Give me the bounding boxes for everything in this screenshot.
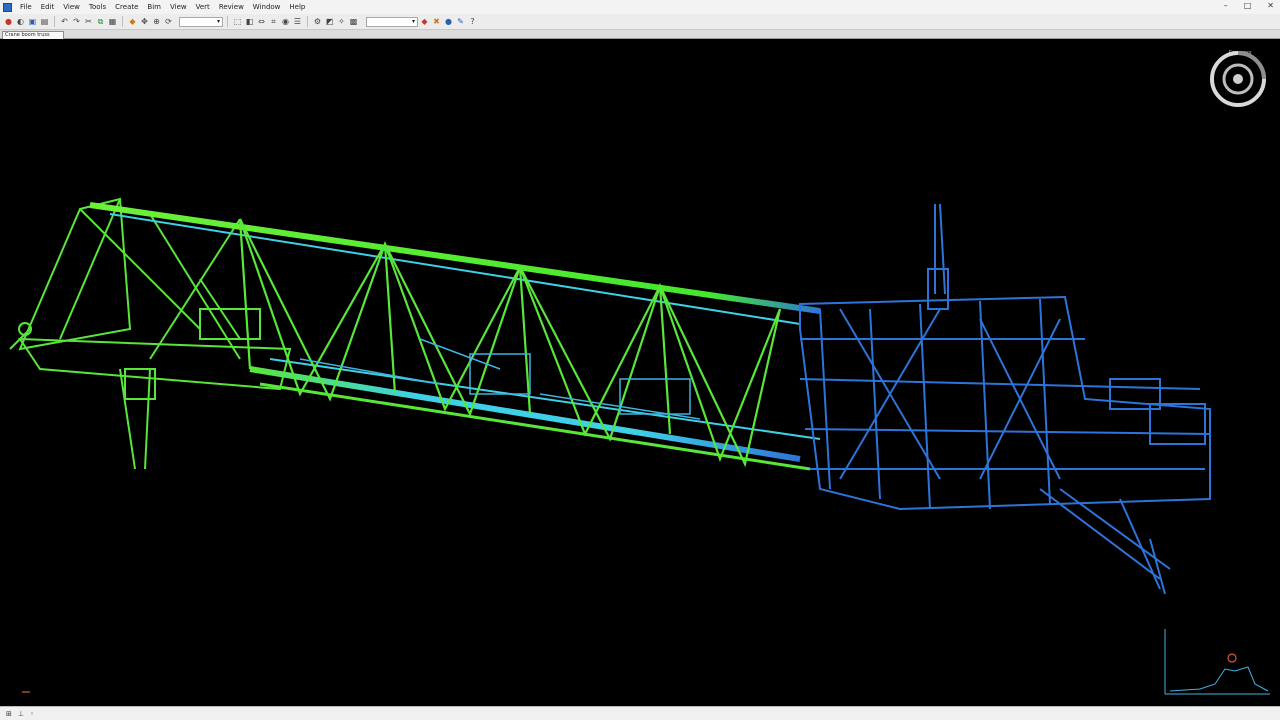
ortho-icon[interactable]: ⊥ [18, 710, 24, 718]
document-tabs: Crane boom truss [0, 30, 1280, 39]
chevron-down-icon: ▾ [411, 18, 415, 25]
paste-icon[interactable]: ▦ [107, 16, 118, 27]
truss-lattice [238, 218, 782, 468]
toolbar-separator [307, 16, 308, 27]
redo-icon[interactable]: ↷ [71, 16, 82, 27]
stop-icon[interactable]: ◆ [419, 16, 430, 27]
render-icon[interactable]: ◩ [324, 16, 335, 27]
maximize-button[interactable]: □ [1244, 1, 1252, 10]
menu-vert[interactable]: Vert [196, 3, 210, 11]
settings-icon[interactable]: ⚙ [312, 16, 323, 27]
new-icon[interactable]: ● [3, 16, 14, 27]
toolbar-separator [227, 16, 228, 27]
close-button[interactable]: ✕ [1267, 1, 1274, 10]
save-icon[interactable]: ▣ [27, 16, 38, 27]
tools-icon[interactable]: ✖ [431, 16, 442, 27]
cut-icon[interactable]: ✂ [83, 16, 94, 27]
light-icon[interactable]: ✧ [336, 16, 347, 27]
menu-window[interactable]: Window [253, 3, 281, 11]
menu-edit[interactable]: Edit [41, 3, 55, 11]
tab-document[interactable]: Crane boom truss [2, 31, 64, 39]
globe-icon[interactable]: ● [443, 16, 454, 27]
view-style-dropdown[interactable]: ▾ [179, 16, 223, 27]
print-icon[interactable]: ▤ [39, 16, 50, 27]
pan-icon[interactable]: ✥ [139, 16, 150, 27]
menu-help[interactable]: Help [289, 3, 305, 11]
layer-dropdown[interactable]: ▾ [366, 16, 418, 27]
grid-icon[interactable]: ⊞ [6, 710, 12, 718]
window-controls: – □ ✕ [1224, 1, 1274, 10]
status-bar: ⊞ ⊥ ◦ [0, 706, 1280, 720]
menu-bim[interactable]: Bim [147, 3, 161, 11]
menu-create[interactable]: Create [115, 3, 138, 11]
copy-icon[interactable]: ⧉ [95, 16, 106, 27]
layer-icon[interactable]: ☰ [292, 16, 303, 27]
toolbar-separator [122, 16, 123, 27]
snap-icon[interactable]: ◦ [30, 710, 34, 718]
menu-bar: File Edit View Tools Create Bim View Ver… [20, 3, 305, 11]
chevron-down-icon: ▾ [216, 18, 220, 25]
help-icon[interactable]: ? [467, 16, 478, 27]
zoom-icon[interactable]: ⊕ [151, 16, 162, 27]
compass-icon[interactable] [1208, 49, 1268, 109]
machinery-house [799, 203, 1211, 595]
menu-review[interactable]: Review [219, 3, 244, 11]
shaded-icon[interactable]: ◧ [244, 16, 255, 27]
section-icon[interactable]: ⌗ [268, 16, 279, 27]
material-icon[interactable]: ▩ [348, 16, 359, 27]
menu-file[interactable]: File [20, 3, 32, 11]
truss-model[interactable] [0, 39, 1280, 706]
wireframe-icon[interactable]: ⬚ [232, 16, 243, 27]
app-icon[interactable] [3, 2, 12, 12]
navigation-compass[interactable]: Compass [1208, 49, 1272, 121]
measure-icon[interactable]: ⇔ [256, 16, 267, 27]
title-bar: File Edit View Tools Create Bim View Ver… [0, 0, 1280, 14]
toolbar-separator [54, 16, 55, 27]
mini-graph [1164, 629, 1270, 695]
minimize-button[interactable]: – [1224, 1, 1228, 10]
open-icon[interactable]: ◐ [15, 16, 26, 27]
3d-viewport[interactable]: Compass [0, 39, 1280, 706]
menu-view[interactable]: View [63, 3, 80, 11]
brush-icon[interactable]: ✎ [455, 16, 466, 27]
menu-view-2[interactable]: View [170, 3, 187, 11]
select-icon[interactable]: ◆ [127, 16, 138, 27]
camera-icon[interactable]: ◉ [280, 16, 291, 27]
undo-icon[interactable]: ↶ [59, 16, 70, 27]
menu-tools[interactable]: Tools [89, 3, 106, 11]
orbit-icon[interactable]: ⟳ [163, 16, 174, 27]
main-toolbar: ● ◐ ▣ ▤ ↶ ↷ ✂ ⧉ ▦ ◆ ✥ ⊕ ⟳ ▾ ⬚ ◧ ⇔ ⌗ ◉ ☰ … [0, 14, 1280, 30]
